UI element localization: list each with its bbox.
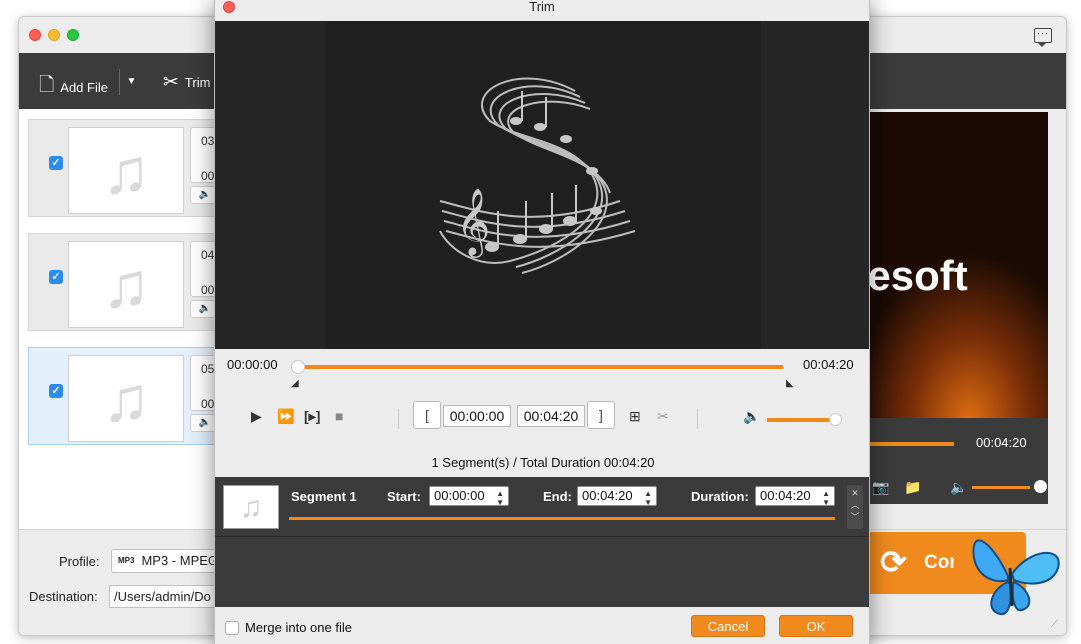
chevron-down-icon[interactable]: ﹀ [850, 512, 859, 522]
destination-label: Destination: [29, 589, 98, 604]
end-time-field[interactable]: 00:04:20 [517, 405, 585, 427]
profile-label: Profile: [59, 554, 100, 569]
volume-icon[interactable]: 🔈 [950, 479, 967, 496]
segment-end-label: End: [543, 489, 572, 504]
preview-volume-slider[interactable] [972, 486, 1030, 489]
timeline-end-time: 00:04:20 [803, 357, 854, 372]
trim-footer: Merge into one file Cancel OK [215, 607, 869, 644]
music-note-icon: ♫ [68, 241, 184, 328]
cancel-button[interactable]: Cancel [691, 615, 765, 637]
separator [697, 409, 698, 429]
trim-button[interactable]: ✂ Trim [163, 71, 210, 94]
ok-button[interactable]: OK [779, 615, 853, 637]
timeline-playhead[interactable] [291, 360, 305, 374]
add-file-dropdown[interactable]: ▼ [119, 69, 143, 95]
merge-checkbox[interactable] [225, 621, 239, 635]
screen: ··· 🗋 Add File ▼ ✂ Trim ✓ ♫ 03 00 🔈 ✓ ♫ … [0, 0, 1081, 644]
preview-controls: 📷 📁 🔈 [852, 470, 1048, 504]
profile-select[interactable]: MP3 MP3 - MPEG [111, 549, 221, 573]
file-item[interactable]: ✓ ♫ 03 00 🔈 [28, 119, 230, 217]
trim-titlebar: Trim [215, 0, 869, 21]
file-item[interactable]: ✓ ♫ 04 00 🔈 [28, 233, 230, 331]
segment-end-field[interactable]: 00:04:20 ▲ ▼ [577, 486, 657, 507]
file-item-selected[interactable]: ✓ ♫ 05 00 🔈 [28, 347, 230, 445]
dialog-title: Trim [529, 0, 555, 14]
convert-label: Convert [924, 552, 954, 573]
mp3-format-icon: MP3 [118, 556, 135, 565]
trim-controls: ▶ ⏩ [▸] ■ [ 00:00:00 00:04:20 ] ⊞ ✂ 🔈 [215, 393, 869, 449]
resize-grip-icon[interactable]: ⟋ [1051, 619, 1065, 633]
segment-duration-field[interactable]: 00:04:20 ▲ ▼ [755, 486, 835, 507]
file-checkbox[interactable]: ✓ [49, 270, 63, 284]
refresh-icon: ⟳ [880, 544, 907, 580]
set-start-button[interactable]: [ [413, 401, 441, 429]
segment-start-value: 00:00:00 [434, 488, 485, 503]
segment-range-bar [289, 517, 835, 520]
timeline-start-time: 00:00:00 [227, 357, 278, 372]
segment-row[interactable]: ♫ Segment 1 Start: 00:00:00 ▲ ▼ End: 00:0… [215, 477, 869, 537]
fast-forward-icon[interactable]: ⏩ [277, 408, 294, 425]
step-icon[interactable]: [▸] [304, 408, 320, 425]
trim-timeline: 00:00:00 ◢ ◣ 00:04:20 [215, 349, 869, 393]
segment-end-value: 00:04:20 [582, 488, 633, 503]
trim-label: Trim [184, 75, 211, 90]
close-button[interactable] [29, 29, 41, 41]
preview-volume-knob[interactable] [1034, 480, 1047, 493]
segment-actions: ✕ ︿ ﹀ [847, 485, 863, 529]
trim-dialog: Trim 𝄞 00:00:00 ◢ ◣ 00:04:20 ▶ ⏩ [▸] ■ [… [214, 0, 870, 644]
segment-summary: 1 Segment(s) / Total Duration 00:04:20 [215, 449, 869, 477]
start-time-field[interactable]: 00:00:00 [443, 405, 511, 427]
music-note-icon: ♫ [223, 485, 279, 529]
add-file-button[interactable]: 🗋 Add File [39, 71, 108, 103]
chevron-up-icon[interactable]: ︿ [850, 500, 859, 510]
stepper-icon[interactable]: ▲ ▼ [644, 489, 652, 507]
music-notes-artwork-icon: 𝄞 [439, 77, 636, 274]
preview-progress: 00:04:20 [852, 418, 1048, 478]
merge-label: Merge into one file [245, 620, 352, 635]
stop-icon[interactable]: ■ [335, 408, 343, 424]
minimize-button[interactable] [48, 29, 60, 41]
close-icon[interactable]: ✕ [851, 488, 859, 498]
stepper-icon[interactable]: ▲ ▼ [496, 489, 504, 507]
preview-time: 00:04:20 [976, 435, 1027, 450]
volume-slider[interactable] [767, 418, 837, 422]
add-file-label: Add File [60, 79, 108, 95]
message-icon[interactable]: ··· [1034, 28, 1052, 47]
segment-start-field[interactable]: 00:00:00 ▲ ▼ [429, 486, 509, 507]
segment-duration-label: Duration: [691, 489, 749, 504]
segment-list: ♫ Segment 1 Start: 00:00:00 ▲ ▼ End: 00:0… [215, 477, 869, 607]
chevron-down-icon: ▼ [126, 76, 137, 87]
timeline-progress-bar[interactable] [299, 365, 783, 369]
segment-duration-value: 00:04:20 [760, 488, 811, 503]
profile-value: MP3 - MPEG [141, 553, 219, 568]
trim-start-marker-icon[interactable]: ◢ [291, 378, 299, 389]
butterfly-logo-icon [972, 539, 1060, 616]
destination-field[interactable]: /Users/admin/Do [109, 585, 221, 608]
music-note-icon: ♫ [68, 127, 184, 214]
trim-video-area: 𝄞 [215, 21, 869, 349]
file-list: ✓ ♫ 03 00 🔈 ✓ ♫ 04 00 🔈 ✓ ♫ 05 00 🔈 [19, 109, 230, 529]
music-note-icon: ♫ [68, 355, 184, 442]
stepper-icon[interactable]: ▲ ▼ [822, 489, 830, 507]
set-end-button[interactable]: ] [587, 401, 615, 429]
file-checkbox[interactable]: ✓ [49, 156, 63, 170]
scissors-icon: ✂ [163, 72, 179, 93]
segment-name: Segment 1 [291, 489, 357, 504]
folder-icon[interactable]: 📁 [904, 479, 921, 496]
camera-icon[interactable]: 📷 [872, 479, 889, 496]
preview-player: eesoft [852, 112, 1048, 418]
file-checkbox[interactable]: ✓ [49, 384, 63, 398]
volume-knob[interactable] [829, 413, 842, 426]
video-frame: 𝄞 [325, 21, 761, 349]
svg-text:𝄞: 𝄞 [456, 187, 490, 258]
zoom-button[interactable] [67, 29, 79, 41]
play-icon[interactable]: ▶ [251, 408, 262, 425]
separator [398, 409, 399, 429]
segment-start-label: Start: [387, 489, 421, 504]
split-clip-icon[interactable]: ⊞ [629, 408, 641, 425]
trim-end-marker-icon[interactable]: ◣ [786, 378, 794, 389]
volume-icon[interactable]: 🔈 [743, 408, 760, 425]
scissors-icon[interactable]: ✂ [657, 408, 669, 425]
add-file-icon: 🗋 [39, 75, 55, 96]
